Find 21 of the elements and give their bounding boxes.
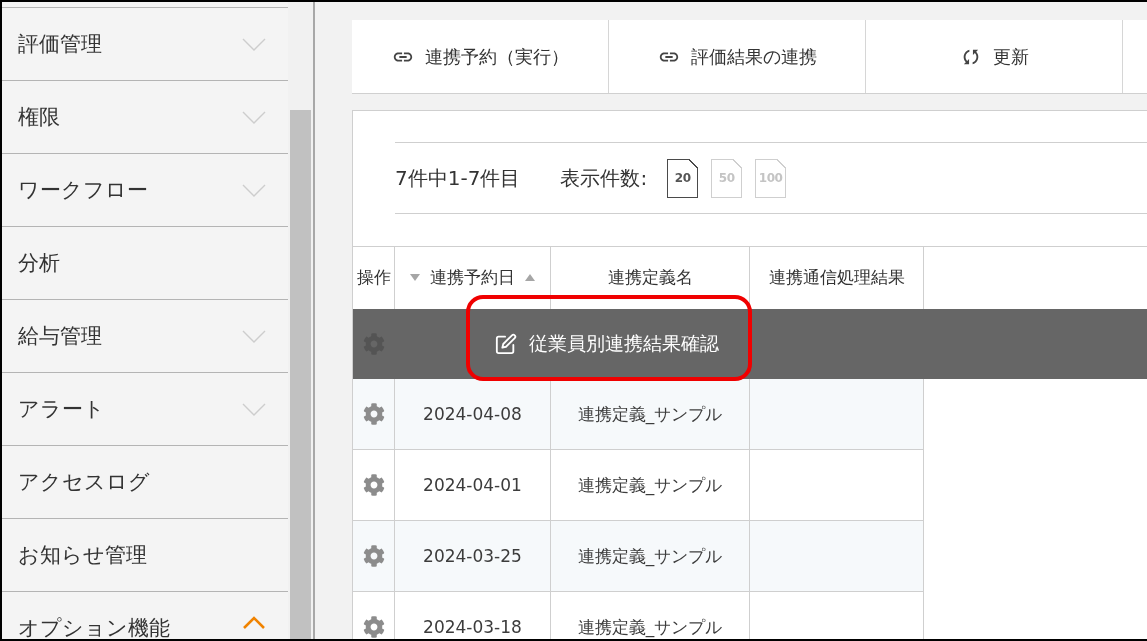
gear-icon[interactable] xyxy=(362,474,385,496)
table-cell: 2024-04-01 xyxy=(395,450,551,520)
gear-icon[interactable] xyxy=(362,545,385,567)
table-cell: 2024-04-08 xyxy=(395,379,551,449)
menu-item[interactable]: 従業員別連携結果確認 xyxy=(495,331,719,357)
sort-down-icon[interactable] xyxy=(410,273,420,281)
page-size-button[interactable]: 20 xyxy=(667,158,699,198)
table-cell: 連携定義_サンプル xyxy=(551,450,750,520)
sort-up-icon[interactable] xyxy=(525,273,535,281)
table-cell: 連携定義_サンプル xyxy=(551,592,750,639)
scrollbar-thumb[interactable] xyxy=(290,110,311,639)
result-count: 7件中1-7件目 xyxy=(395,164,521,192)
table-cell: 連携定義_サンプル xyxy=(551,379,750,449)
gear-icon[interactable] xyxy=(362,616,385,638)
table-cell: 連携定義_サンプル xyxy=(551,521,750,591)
table-cell: 2024-03-25 xyxy=(395,521,551,591)
page-size-label: 表示件数: xyxy=(560,164,648,192)
edit-icon xyxy=(495,333,517,355)
column-header[interactable]: 連携予約日 xyxy=(430,265,515,289)
table-cell: 2024-03-18 xyxy=(395,592,551,639)
gear-icon[interactable] xyxy=(362,403,385,425)
